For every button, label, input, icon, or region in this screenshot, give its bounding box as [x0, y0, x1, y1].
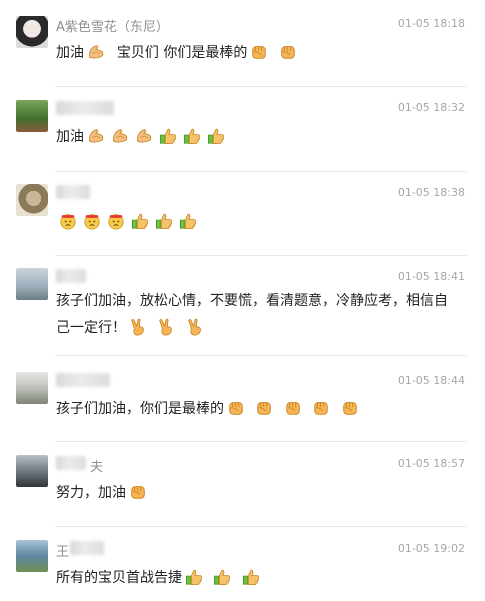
thumbs-up-icon	[185, 568, 203, 586]
thumbs-up-icon	[155, 212, 173, 230]
thumbs-up-icon	[131, 212, 149, 230]
thumbs-up-icon	[213, 568, 231, 586]
victory-hand-icon	[129, 318, 147, 336]
thumbs-up-icon	[183, 127, 201, 145]
commenter-name-blurred[interactable]	[56, 456, 86, 470]
commenter-name[interactable]: A紫色雪花（东尼）	[56, 16, 169, 35]
comment-item: 01-05 18:44 孩子们加油，你们是最棒的	[0, 355, 485, 441]
flexed-biceps-icon	[135, 127, 153, 145]
struggle-face-icon	[107, 212, 125, 230]
comment-time: 01-05 18:41	[397, 270, 465, 283]
comment-text: 加油 宝贝们 你们是最棒的	[56, 40, 466, 67]
comment-text-part: 孩子们加油，放松心情，不要慌，看清题意，冷静应考，相信自	[56, 293, 448, 309]
raised-fist-icon	[129, 483, 147, 501]
avatar[interactable]	[16, 184, 48, 216]
flexed-biceps-icon	[87, 43, 105, 61]
comment-time: 01-05 18:44	[397, 374, 465, 387]
comment-item: 01-05 18:38	[0, 171, 485, 256]
flexed-biceps-icon	[87, 127, 105, 145]
raised-fist-icon	[227, 399, 245, 417]
comment-item: A紫色雪花（东尼） 01-05 18:18 加油 宝贝们 你们是最棒的	[0, 0, 485, 85]
raised-fist-icon	[279, 43, 297, 61]
comment-text: 所有的宝贝首战告捷	[56, 565, 466, 592]
avatar[interactable]	[16, 268, 48, 300]
avatar[interactable]	[16, 455, 48, 487]
raised-fist-icon	[341, 399, 359, 417]
comment-text-part: 孩子们加油，你们是最棒的	[56, 401, 224, 417]
thumbs-up-icon	[179, 212, 197, 230]
comment-item: 01-05 18:41 孩子们加油，放松心情，不要慌，看清题意，冷静应考，相信自…	[0, 255, 485, 355]
comment-time: 01-05 18:18	[397, 17, 465, 30]
raised-fist-icon	[255, 399, 273, 417]
raised-fist-icon	[312, 399, 330, 417]
comment-time: 01-05 18:57	[397, 457, 465, 470]
avatar[interactable]	[16, 372, 48, 404]
comment-text-part: 加油	[56, 129, 84, 145]
comment-time: 01-05 18:32	[397, 101, 465, 114]
avatar[interactable]	[16, 100, 48, 132]
comment-time: 01-05 19:02	[397, 542, 465, 555]
comment-text-part: 己一定行！	[56, 320, 126, 336]
commenter-name-blurred[interactable]	[56, 269, 86, 283]
comment-item: 夫 01-05 18:57 努力，加油	[0, 441, 485, 526]
comment-item: 王 01-05 19:02 所有的宝贝首战告捷	[0, 526, 485, 601]
thumbs-up-icon	[242, 568, 260, 586]
comment-time: 01-05 18:38	[397, 186, 465, 199]
comment-item: 01-05 18:32 加油	[0, 86, 485, 171]
commenter-name-blurred[interactable]	[70, 541, 104, 555]
comment-text-part: 宝贝们 你们是最棒的	[116, 45, 248, 61]
victory-hand-icon	[186, 318, 204, 336]
thumbs-up-icon	[159, 127, 177, 145]
comment-text: 孩子们加油，放松心情，不要慌，看清题意，冷静应考，相信自 己一定行！	[56, 288, 466, 342]
comment-text-part: 努力，加油	[56, 485, 126, 501]
commenter-name[interactable]: 王	[56, 541, 69, 560]
comment-text-part: 所有的宝贝首战告捷	[56, 570, 182, 586]
struggle-face-icon	[59, 212, 77, 230]
struggle-face-icon	[83, 212, 101, 230]
commenter-name-blurred[interactable]	[56, 185, 90, 199]
avatar[interactable]	[16, 16, 48, 48]
flexed-biceps-icon	[111, 127, 129, 145]
avatar[interactable]	[16, 540, 48, 572]
comment-text: 努力，加油	[56, 480, 466, 507]
comment-text	[56, 209, 466, 236]
thumbs-up-icon	[207, 127, 225, 145]
comment-text: 孩子们加油，你们是最棒的	[56, 396, 466, 423]
victory-hand-icon	[157, 318, 175, 336]
commenter-name[interactable]: 夫	[90, 456, 103, 475]
raised-fist-icon	[250, 43, 268, 61]
raised-fist-icon	[284, 399, 302, 417]
comment-text: 加油	[56, 124, 466, 151]
comment-text-part: 加油	[56, 45, 84, 61]
commenter-name-blurred[interactable]	[56, 373, 110, 387]
commenter-name-blurred[interactable]	[56, 101, 114, 115]
